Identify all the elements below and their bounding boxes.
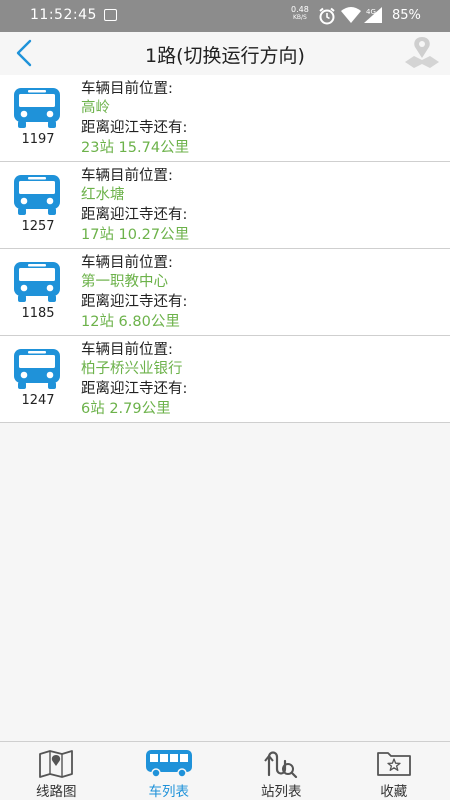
map-pin-icon[interactable] [402, 34, 442, 70]
current-stop: 第一职教中心 [81, 274, 168, 290]
vehicle-row[interactable]: 1185 车辆目前位置: 第一职教中心 距离迎江寺还有: 12站 6.80公里 [0, 249, 450, 336]
position-label: 车辆目前位置: [81, 342, 173, 358]
network-speed-value: 0.48 [291, 5, 309, 14]
bus-number: 1257 [21, 219, 55, 234]
route-map-icon [39, 750, 74, 778]
status-time: 11:52:45 [30, 7, 97, 23]
position-label: 车辆目前位置: [81, 81, 173, 97]
bus-number: 1197 [21, 132, 55, 147]
tab-bus-list-label: 车列表 [148, 784, 190, 800]
network-speed: 0.48 KB/S [291, 6, 309, 22]
remaining-distance: 23站 15.74公里 [81, 140, 190, 156]
distance-label: 距离迎江寺还有: [81, 381, 188, 397]
remaining-distance: 6站 2.79公里 [81, 401, 171, 417]
tab-route-map[interactable]: 线路图 [0, 742, 113, 800]
distance-label: 距离迎江寺还有: [81, 294, 188, 310]
tab-favorites-label: 收藏 [380, 784, 408, 800]
bus-number: 1247 [21, 393, 55, 408]
bottom-tab-bar: 线路图 车列表 站列表 收藏 [0, 741, 450, 800]
tab-favorites[interactable]: 收藏 [338, 742, 450, 800]
svg-text:4G: 4G [366, 8, 376, 16]
vehicle-row[interactable]: 1257 车辆目前位置: 红水塘 距离迎江寺还有: 17站 10.27公里 [0, 162, 450, 249]
bus-number: 1185 [21, 306, 55, 321]
bus-icon [14, 88, 60, 128]
page-title[interactable]: 1路(切换运行方向) [0, 41, 450, 68]
remaining-distance: 17站 10.27公里 [81, 227, 190, 243]
favorite-folder-icon [376, 752, 411, 776]
bus-icon [14, 175, 60, 215]
image-notification-icon [104, 9, 117, 21]
vehicle-list: 1197 车辆目前位置: 高岭 距离迎江寺还有: 23站 15.74公里 125… [0, 75, 450, 423]
bus-icon [14, 262, 60, 302]
battery-level: 85% [392, 8, 421, 23]
tab-station-list[interactable]: 站列表 [225, 742, 338, 800]
status-bar: 11:52:45 0.48 KB/S 4G 85% [0, 0, 450, 32]
tab-route-map-label: 线路图 [36, 784, 77, 800]
bus-icon [145, 750, 192, 778]
distance-label: 距离迎江寺还有: [81, 120, 188, 136]
signal-icon: 4G [364, 7, 382, 23]
network-speed-unit: KB/S [292, 14, 307, 21]
tab-station-list-label: 站列表 [261, 784, 302, 800]
station-search-icon [264, 751, 298, 778]
vehicle-row[interactable]: 1197 车辆目前位置: 高岭 距离迎江寺还有: 23站 15.74公里 [0, 75, 450, 162]
alarm-icon [319, 7, 335, 25]
distance-label: 距离迎江寺还有: [81, 207, 188, 223]
vehicle-row[interactable]: 1247 车辆目前位置: 柏子桥兴业银行 距离迎江寺还有: 6站 2.79公里 [0, 336, 450, 423]
remaining-distance: 12站 6.80公里 [81, 314, 180, 330]
nav-bar: 1路(切换运行方向) [0, 32, 450, 74]
position-label: 车辆目前位置: [81, 255, 173, 271]
wifi-icon [341, 7, 361, 23]
tab-bus-list[interactable]: 车列表 [113, 742, 226, 800]
current-stop: 高岭 [81, 100, 110, 116]
position-label: 车辆目前位置: [81, 168, 173, 184]
current-stop: 红水塘 [81, 187, 125, 203]
current-stop: 柏子桥兴业银行 [81, 361, 183, 377]
bus-icon [14, 349, 60, 389]
